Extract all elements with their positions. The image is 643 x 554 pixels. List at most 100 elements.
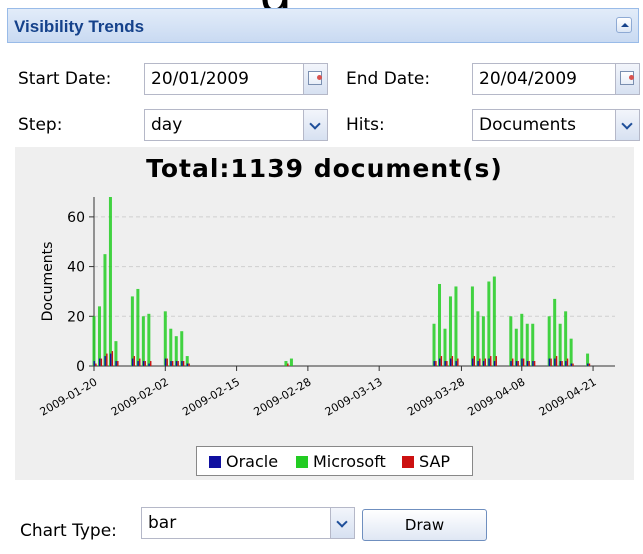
bar-sap [106, 353, 108, 366]
legend-item-sap: SAP [402, 452, 450, 471]
y-tick-label: 20 [67, 309, 85, 325]
bar-sap [451, 356, 454, 366]
bar-sap [188, 363, 190, 366]
step-select[interactable]: day [144, 109, 328, 141]
bar-sap [457, 358, 459, 366]
bar-oracle [98, 358, 101, 366]
bar-oracle [471, 358, 474, 366]
bar-microsoft [525, 323, 529, 366]
legend-swatch [296, 456, 308, 468]
bar-oracle [148, 363, 150, 366]
step-label: Step: [18, 115, 63, 135]
bar-sap [517, 361, 519, 366]
chart-legend: Oracle Microsoft SAP [196, 446, 473, 476]
bar-sap [572, 363, 574, 366]
bar-oracle [477, 361, 479, 366]
collapse-icon[interactable] [616, 17, 632, 33]
bar-oracle [493, 361, 496, 366]
hits-value: Documents [479, 115, 576, 135]
legend-item-oracle: Oracle [209, 452, 278, 471]
bar-oracle [131, 358, 134, 366]
bar-sap [117, 361, 119, 366]
chart-svg: 0204060Documents2009-01-20 2009-02-02 2009… [38, 197, 615, 419]
bar-oracle [142, 361, 145, 366]
bar-microsoft [130, 296, 134, 366]
bar-sap [182, 361, 185, 366]
bar-oracle [515, 361, 518, 366]
bar-sap [144, 361, 146, 366]
chart-type-value: bar [148, 513, 177, 533]
bar-sap [512, 358, 514, 366]
bar-sap [588, 363, 591, 366]
bar-oracle [186, 363, 189, 366]
bar-sap [533, 361, 536, 366]
bar-oracle [439, 358, 441, 366]
bar-sap [528, 361, 530, 366]
bar-sap [287, 363, 289, 366]
bar-microsoft [108, 197, 112, 366]
bar-microsoft [520, 313, 524, 366]
bar-oracle [444, 361, 446, 366]
calendar-icon[interactable] [303, 64, 327, 94]
chevron-down-icon[interactable] [330, 508, 354, 538]
end-date-field[interactable]: 20/04/2009 [472, 63, 640, 95]
bar-sap [473, 356, 476, 366]
x-tick-label: 2009-01-20 [38, 375, 100, 418]
chevron-down-icon[interactable] [615, 110, 639, 140]
bar-microsoft [553, 298, 557, 366]
bar-sap [139, 358, 141, 366]
legend-label: Oracle [226, 452, 279, 471]
bar-oracle [104, 356, 106, 366]
x-tick-label: 2009-02-28 [252, 375, 314, 418]
hits-label: Hits: [346, 115, 385, 135]
bar-oracle [482, 361, 485, 366]
calendar-icon[interactable] [615, 64, 639, 94]
bar-microsoft [284, 361, 288, 366]
bar-sap [550, 358, 552, 366]
legend-swatch [209, 456, 221, 468]
legend-label: SAP [419, 452, 451, 471]
bar-microsoft [558, 323, 562, 366]
x-tick-label: 2009-03-13 [323, 375, 385, 418]
bar-microsoft [487, 281, 491, 366]
bar-oracle [455, 361, 457, 366]
bar-sap [435, 361, 437, 366]
bar-sap [495, 356, 497, 366]
bar-sap [150, 361, 152, 366]
bar-microsoft [136, 288, 140, 366]
chevron-down-icon[interactable] [303, 110, 327, 140]
bar-sap [446, 361, 448, 366]
bar-oracle [587, 363, 589, 366]
bar-sap [100, 358, 103, 366]
bar-sap [484, 358, 486, 366]
x-tick-label: 2009-02-02 [109, 375, 171, 418]
legend-swatch [402, 456, 414, 468]
bar-oracle [93, 361, 95, 366]
bar-oracle [559, 361, 562, 366]
bar-microsoft [514, 328, 518, 366]
bar-sap [440, 356, 443, 366]
bar-microsoft [448, 296, 452, 366]
bar-oracle [175, 361, 178, 366]
legend-item-microsoft: Microsoft [296, 452, 386, 471]
hits-select[interactable]: Documents [472, 109, 640, 141]
bar-sap [95, 363, 97, 366]
bar-microsoft [569, 338, 573, 366]
bar-microsoft [92, 316, 96, 366]
draw-button[interactable]: Draw [362, 509, 487, 541]
bar-oracle [532, 361, 534, 366]
bar-oracle [488, 358, 490, 366]
bar-microsoft [454, 286, 458, 366]
chart-type-select[interactable]: bar [141, 507, 355, 539]
bar-microsoft [509, 316, 513, 366]
chart-type-label: Chart Type: [20, 521, 117, 541]
bar-microsoft [103, 254, 107, 366]
bar-microsoft [163, 311, 167, 366]
bar-microsoft [492, 276, 496, 366]
start-date-field[interactable]: 20/01/2009 [144, 63, 328, 95]
y-tick-label: 60 [67, 210, 85, 226]
bar-sap [561, 361, 563, 366]
bar-oracle [521, 358, 523, 366]
bar-oracle [181, 361, 183, 366]
chart-panel: Total:1139 document(s) 0 20 40 60 Documents 2… [15, 147, 634, 480]
